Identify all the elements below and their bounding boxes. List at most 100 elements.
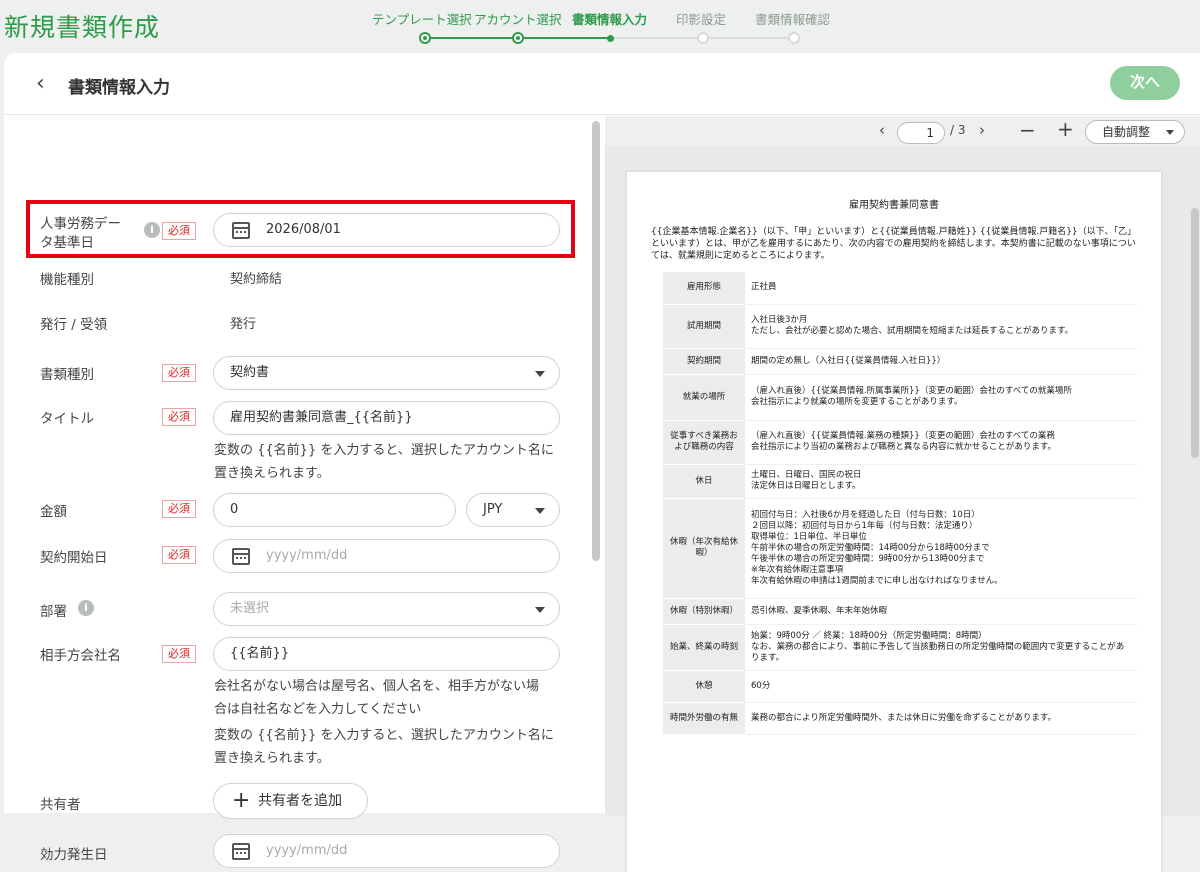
amount-input[interactable]: 0 xyxy=(213,493,456,527)
chevron-down-icon xyxy=(535,371,545,377)
step-dot-5 xyxy=(788,32,800,44)
partner-help-1: 会社名がない場合は屋号名、個人名を、相手方がない場 xyxy=(214,679,540,694)
step-dot-2 xyxy=(512,32,524,44)
chevron-down-icon xyxy=(535,508,545,514)
chevron-right-icon[interactable]: › xyxy=(979,121,985,139)
form-scrollbar[interactable] xyxy=(592,121,600,561)
row-value: 正社員 xyxy=(745,272,1137,305)
document-intro: {{企業基本情報.企業名}}（以下、「甲」といいます）と{{従業員情報.戸籍姓}… xyxy=(651,227,1137,261)
currency-value: JPY xyxy=(483,502,503,517)
data-date-value: 2026/08/01 xyxy=(266,222,341,237)
partner-input[interactable]: {{名前}} xyxy=(213,637,560,671)
partner-value: {{名前}} xyxy=(230,646,290,661)
step-template-select[interactable]: テンプレート選択 xyxy=(372,9,472,28)
table-row: 始業、終業の時刻 始業：9時00分 ／ 終業：18時00分（所定労働時間：8時間）… xyxy=(663,624,1137,671)
department-select[interactable]: 未選択 xyxy=(213,592,560,626)
info-icon[interactable]: i xyxy=(144,222,160,238)
preview-toolbar: ‹ 1 / 3 › − + 自動調整 xyxy=(605,116,1200,146)
calendar-icon xyxy=(232,843,250,860)
calendar-icon xyxy=(232,222,250,239)
row-key: 従事すべき業務および職務の内容 xyxy=(663,420,745,465)
row-key: 時間外労働の有無 xyxy=(663,702,745,735)
partner-help-4: 置き換えられます。 xyxy=(214,751,330,766)
title-help-1: 変数の {{名前}} を入力すると、選択したアカウント名に xyxy=(214,443,554,458)
page-input[interactable]: 1 xyxy=(897,122,945,144)
next-button[interactable]: 次へ xyxy=(1110,66,1180,100)
calendar-icon xyxy=(232,548,250,565)
doc-type-value: 契約書 xyxy=(230,365,270,380)
data-date-field[interactable]: 2026/08/01 xyxy=(213,213,560,247)
row-value: 期間の定め無し（入社日{{従業員情報.入社日}}） xyxy=(745,348,1137,375)
effective-date-placeholder: yyyy/mm/dd xyxy=(266,843,348,858)
table-row: 休暇（特別休暇） 忌引休暇、夏季休暇、年末年始休暇 xyxy=(663,598,1137,625)
plus-icon: + xyxy=(232,788,251,813)
pdf-page: 雇用契約書兼同意書 {{企業基本情報.企業名}}（以下、「甲」といいます）と{{… xyxy=(627,172,1161,872)
required-badge: 必須 xyxy=(162,364,196,382)
row-value: 入社日後3か月 ただし、会社が必要と認めた場合、試用期間を短縮または延長すること… xyxy=(745,304,1137,349)
terms-table: 雇用形態 正社員 試用期間 入社日後3か月 ただし、会社が必要と認めた場合、試用期間を… xyxy=(663,272,1137,735)
row-value: 業務の都合により所定労働時間外、または休日に労働を命ずることがあります。 xyxy=(745,702,1137,735)
table-row: 時間外労働の有無 業務の都合により所定労働時間外、または休日に労働を命ずることがあ… xyxy=(663,702,1137,735)
effective-date-field[interactable]: yyyy/mm/dd xyxy=(213,834,560,868)
partner-label: 相手方会社名 xyxy=(40,648,121,664)
title-help-2: 置き換えられます。 xyxy=(214,466,330,481)
step-confirm: 書類情報確認 xyxy=(755,12,831,27)
required-badge: 必須 xyxy=(162,645,196,663)
row-value: 初回付与日：入社後6か月を経過した日（付与日数：10日） ２回目以降：初回付与日… xyxy=(745,498,1137,599)
zoom-select[interactable]: 自動調整 xyxy=(1085,120,1185,144)
amount-label: 金額 xyxy=(40,504,67,520)
main-card: ‹ 書類情報入力 次へ 人事労務デー タ基準日 i 必須 2026/08/01 … xyxy=(4,53,1200,872)
chevron-left-icon[interactable]: ‹ xyxy=(36,71,45,96)
stepper: テンプレート選択 アカウント選択 書類情報入力 印影設定 書類情報確認 xyxy=(370,8,850,44)
document-title: 雇用契約書兼同意書 xyxy=(849,200,939,211)
table-row: 休憩 60分 xyxy=(663,670,1137,703)
step-line-done xyxy=(425,37,519,39)
start-date-field[interactable]: yyyy/mm/dd xyxy=(213,539,560,573)
row-value: （雇入れ直後）{{従業員情報.業務の種類}}（変更の範囲）会社のすべての業務 会… xyxy=(745,420,1137,465)
zoom-out-icon[interactable]: − xyxy=(1019,118,1036,142)
department-placeholder: 未選択 xyxy=(230,601,270,616)
step-stamp-setting: 印影設定 xyxy=(676,12,727,27)
row-key: 休日 xyxy=(663,464,745,499)
currency-select[interactable]: JPY xyxy=(466,493,560,527)
info-icon[interactable]: i xyxy=(78,600,94,616)
required-badge: 必須 xyxy=(162,408,196,426)
step-dot-3 xyxy=(607,35,614,42)
row-key: 休暇（年次有給休暇） xyxy=(663,498,745,599)
department-label: 部署 xyxy=(40,604,67,620)
row-value: 60分 xyxy=(745,670,1137,703)
data-date-label-2: タ基準日 xyxy=(40,235,94,251)
step-dot-4 xyxy=(697,32,709,44)
start-date-placeholder: yyyy/mm/dd xyxy=(266,548,348,563)
add-sharer-button[interactable]: + 共有者を追加 xyxy=(213,783,368,819)
amount-value: 0 xyxy=(230,502,239,517)
chevron-down-icon xyxy=(535,607,545,613)
issue-value: 発行 xyxy=(230,317,257,332)
table-row: 契約期間 期間の定め無し（入社日{{従業員情報.入社日}}） xyxy=(663,348,1137,375)
zoom-in-icon[interactable]: + xyxy=(1057,117,1074,141)
doc-type-select[interactable]: 契約書 xyxy=(213,356,560,390)
document-preview: ‹ 1 / 3 › − + 自動調整 雇用契約書兼同意書 {{企業基本情報.企業… xyxy=(605,116,1200,872)
step-account-select[interactable]: アカウント選択 xyxy=(474,9,562,28)
table-row: 就業の場所 （雇入れ直後）{{従業員情報.所属事業所}}（変更の範囲）会社のすべて… xyxy=(663,374,1137,421)
row-key: 雇用形態 xyxy=(663,272,745,305)
step-line-current xyxy=(519,37,611,39)
data-date-label-1: 人事労務デー xyxy=(40,216,121,232)
preview-scrollbar[interactable] xyxy=(1191,208,1199,458)
step-dot-1 xyxy=(419,32,431,44)
row-value: 始業：9時00分 ／ 終業：18時00分（所定労働時間：8時間） なお、業務の都… xyxy=(745,624,1137,671)
table-row: 休暇（年次有給休暇） 初回付与日：入社後6か月を経過した日（付与日数：10日） ２… xyxy=(663,498,1137,599)
title-input[interactable]: 雇用契約書兼同意書_{{名前}} xyxy=(213,401,560,435)
partner-help-2: 合は自社名などを入力してください xyxy=(214,702,422,717)
row-value: 土曜日、日曜日、国民の祝日 法定休日は日曜日とします。 xyxy=(745,464,1137,499)
row-key: 休憩 xyxy=(663,670,745,703)
start-date-label: 契約開始日 xyxy=(40,550,108,566)
row-value: （雇入れ直後）{{従業員情報.所属事業所}}（変更の範囲）会社のすべての就業場所… xyxy=(745,374,1137,421)
doc-type-label: 書類種別 xyxy=(40,367,94,383)
required-badge: 必須 xyxy=(162,222,196,240)
app-title: 新規書類作成 xyxy=(4,13,161,42)
partner-help-3: 変数の {{名前}} を入力すると、選択したアカウント名に xyxy=(214,728,554,743)
chevron-left-icon[interactable]: ‹ xyxy=(879,121,885,139)
row-key: 就業の場所 xyxy=(663,374,745,421)
zoom-value: 自動調整 xyxy=(1102,125,1151,139)
